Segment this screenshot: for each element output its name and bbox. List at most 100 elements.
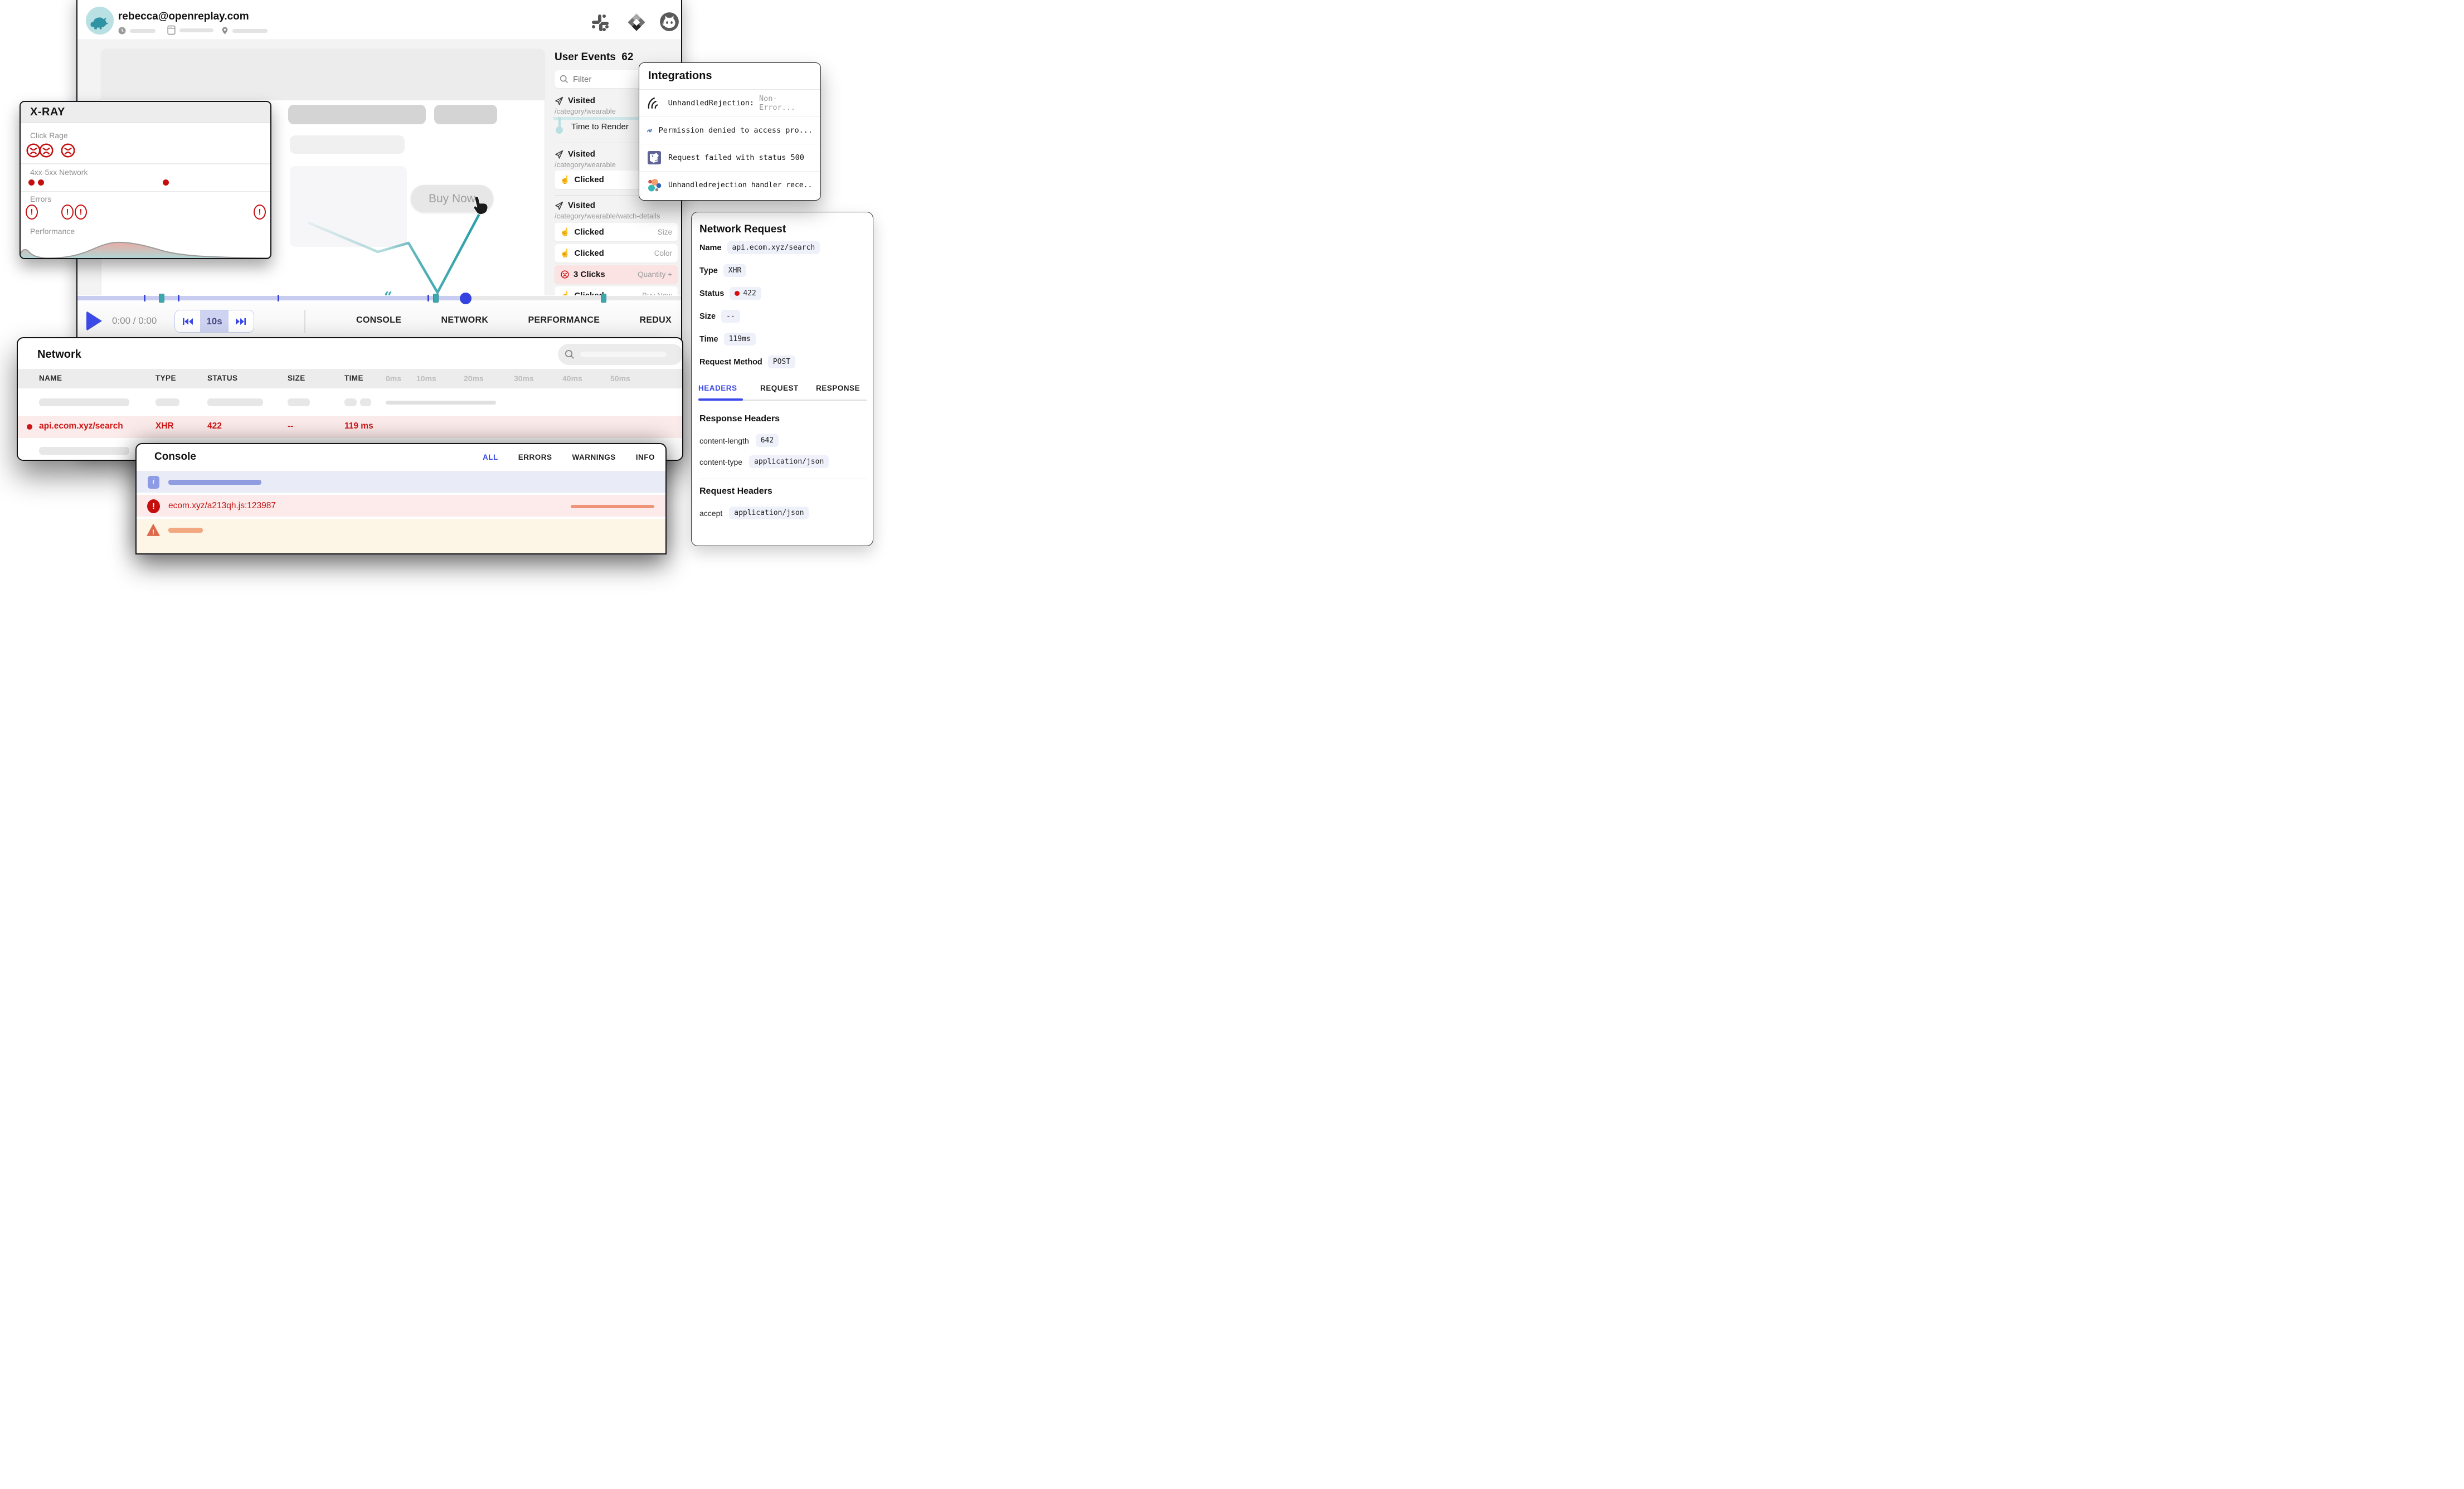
tab-headers[interactable]: HEADERS — [698, 384, 737, 392]
tab-errors[interactable]: ERRORS — [518, 453, 552, 461]
timeline-event-tick[interactable] — [278, 295, 279, 301]
info-skeleton-bar — [168, 480, 261, 485]
tick-50ms: 50ms — [610, 374, 630, 383]
error-icon[interactable]: ! — [26, 205, 38, 220]
event-visited-1[interactable]: Visited — [555, 96, 595, 105]
session-duration-meta — [118, 27, 155, 35]
console-error-row[interactable]: ! ecom.xyz/a213qh.js:123987 — [137, 495, 665, 518]
player-bar: “ 0:00 / 0:00 10s CONSOLE NETWORK PERFOR… — [77, 295, 681, 338]
location-pin-icon — [221, 26, 229, 35]
waterfall-bar — [386, 401, 496, 405]
click-hand-icon: ☝ — [560, 227, 570, 237]
timeline-track[interactable]: “ — [77, 296, 681, 300]
timeline-event-tick[interactable] — [178, 295, 179, 301]
network-search[interactable] — [558, 344, 683, 365]
event-path: /category/wearable — [555, 107, 616, 115]
angry-face-icon[interactable] — [60, 142, 76, 159]
error-badge-icon: ! — [147, 499, 160, 513]
rhino-icon — [89, 12, 110, 31]
event-visited-2[interactable]: Visited — [555, 149, 595, 159]
error-icon[interactable]: ! — [61, 205, 74, 220]
timeline-quote-marker[interactable]: “ — [384, 290, 392, 305]
active-tab-underline — [698, 398, 743, 401]
event-label: Visited — [568, 201, 595, 210]
field-label: Type — [699, 266, 718, 275]
network-error-dot[interactable] — [38, 179, 44, 186]
event-clicked-color[interactable]: ☝ Clicked Color — [555, 244, 678, 262]
integration-row-elastic[interactable]: Unhandledrejection handler rece.. — [639, 172, 820, 199]
tab-redux[interactable]: REDUX — [639, 315, 672, 325]
timeline-event-tick[interactable] — [144, 295, 145, 301]
skip-duration[interactable]: 10s — [200, 310, 228, 332]
cell-skeleton — [39, 447, 129, 455]
event-meta: Size — [658, 228, 672, 236]
status-error-dot — [735, 291, 740, 296]
tick-30ms: 30ms — [514, 374, 534, 383]
tab-performance[interactable]: PERFORMANCE — [528, 315, 600, 325]
console-warning-row[interactable]: ! — [137, 519, 665, 554]
field-label: Request Method — [699, 358, 762, 367]
req-type: XHR — [155, 421, 174, 431]
network-error-dot[interactable] — [163, 179, 169, 186]
visited-icon — [555, 96, 563, 105]
header-value: application/json — [749, 455, 829, 468]
header-content-length: content-length 642 — [699, 434, 779, 447]
header-value: application/json — [729, 507, 809, 519]
field-value: XHR — [723, 264, 746, 277]
jira-icon[interactable] — [626, 12, 647, 35]
error-icon[interactable]: ! — [254, 205, 266, 220]
field-request-method: Request Method POST — [699, 356, 795, 368]
timeline-event-tick[interactable] — [427, 295, 429, 301]
integration-row-sentry[interactable]: UnhandledRejection: Non-Error... — [639, 90, 820, 117]
duration-skeleton — [130, 29, 155, 33]
tick-20ms: 20ms — [464, 374, 484, 383]
playhead[interactable] — [460, 293, 472, 304]
error-icon[interactable]: ! — [75, 205, 87, 220]
cell-skeleton — [344, 398, 357, 406]
tab-console[interactable]: CONSOLE — [356, 315, 401, 325]
time-to-render-item[interactable]: Time to Render — [571, 122, 629, 132]
github-icon[interactable] — [659, 11, 680, 35]
network-error-row[interactable]: api.ecom.xyz/search XHR 422 -- 119 ms — [18, 416, 682, 438]
network-request-panel: Network Request Name api.ecom.xyz/search… — [691, 212, 873, 546]
slack-icon[interactable] — [591, 13, 610, 35]
tab-warnings[interactable]: WARNINGS — [572, 453, 616, 461]
tab-all[interactable]: ALL — [483, 453, 498, 461]
error-dot — [27, 424, 32, 430]
browser-skeleton — [179, 28, 213, 32]
integration-text: Request failed with status 500 — [668, 153, 804, 162]
integrations-title: Integrations — [648, 70, 712, 82]
timeline-page-marker[interactable] — [159, 294, 164, 303]
xray-header: X-RAY — [21, 102, 270, 123]
angry-face-icon[interactable] — [38, 142, 54, 159]
event-visited-3[interactable]: Visited — [555, 201, 595, 210]
ttr-dot — [556, 126, 563, 134]
network-error-dot[interactable] — [28, 179, 35, 186]
timeline-page-marker[interactable] — [433, 294, 439, 303]
skip-forward-button[interactable] — [229, 310, 254, 332]
mock-page-header-skeleton — [101, 49, 545, 100]
integration-row-datadog[interactable]: Request failed with status 500 — [639, 144, 820, 172]
tab-request[interactable]: REQUEST — [760, 384, 799, 392]
skip-back-button[interactable] — [175, 310, 200, 332]
network-window: Network NAME TYPE STATUS SIZE TIME 0ms 1… — [17, 337, 683, 461]
event-clicked-size[interactable]: ☝ Clicked Size — [555, 223, 678, 241]
integration-text: Unhandledrejection handler rece.. — [668, 181, 812, 189]
console-window: Console ALL ERRORS WARNINGS INFO i ! eco… — [135, 443, 667, 554]
event-rage-clicks[interactable]: 3 Clicks Quantity + — [555, 265, 678, 284]
tab-response[interactable]: RESPONSE — [816, 384, 860, 392]
tab-info[interactable]: INFO — [636, 453, 655, 461]
tab-network[interactable]: NETWORK — [441, 315, 489, 325]
tick-0ms: 0ms — [386, 374, 401, 383]
play-button[interactable] — [86, 311, 102, 331]
integration-row-bugsnag[interactable]: Permission denied to access pro... — [639, 117, 820, 144]
event-label: Clicked — [574, 227, 604, 237]
xray-title: X-RAY — [30, 106, 65, 119]
network-row-skeleton[interactable] — [18, 391, 682, 413]
col-size: SIZE — [288, 374, 305, 382]
console-info-row[interactable]: i — [137, 471, 665, 494]
console-error-text: ecom.xyz/a213qh.js:123987 — [168, 501, 276, 511]
timeline-page-marker[interactable] — [601, 294, 606, 303]
warning-skeleton-bar — [168, 528, 203, 533]
info-icon: i — [148, 476, 159, 489]
